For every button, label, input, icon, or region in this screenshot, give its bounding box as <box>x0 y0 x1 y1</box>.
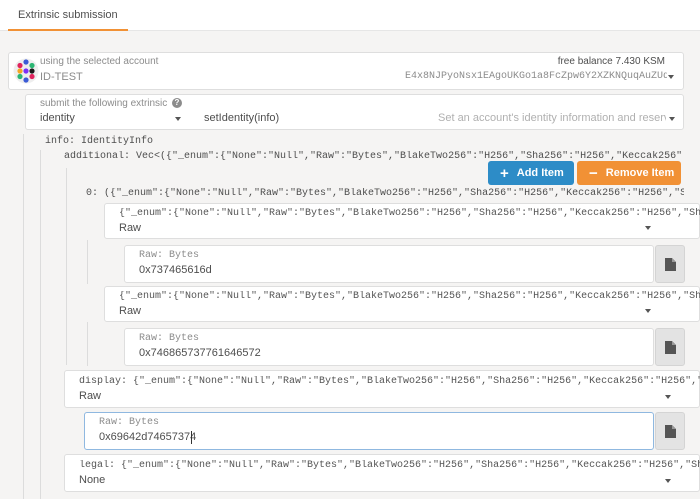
chevron-down-icon <box>175 117 181 121</box>
tab-bar: Extrinsic submission <box>0 0 700 31</box>
tab-extrinsic-submission[interactable]: Extrinsic submission <box>8 0 128 31</box>
tuple-field-1-dropdown[interactable]: {"_enum":{"None":"Null","Raw":"Bytes","B… <box>104 203 700 239</box>
raw-bytes-label: Raw: Bytes <box>139 250 200 261</box>
minus-icon: − <box>589 164 598 182</box>
tuple-field-2-bytes-input[interactable]: Raw: Bytes 0x746865737761646572 <box>124 328 654 366</box>
plus-icon: + <box>500 164 509 182</box>
chevron-down-icon <box>668 75 674 79</box>
module-value: identity <box>40 112 75 124</box>
file-upload-button[interactable] <box>655 328 685 366</box>
tuple-field-2-value: Raw <box>119 305 142 317</box>
tuple-field-1-label: {"_enum":{"None":"Null","Raw":"Bytes","B… <box>119 208 700 219</box>
nest-line <box>87 240 88 284</box>
tuple-param-label: 0: ({"_enum":{"None":"Null","Raw":"Bytes… <box>86 188 684 199</box>
file-upload-button[interactable] <box>655 412 685 450</box>
text-cursor <box>191 431 192 444</box>
tuple-field-1-value: Raw <box>119 222 142 234</box>
info-param-label: info: IdentityInfo <box>45 136 154 147</box>
chevron-down-icon <box>645 226 651 230</box>
add-item-button[interactable]: + Add Item <box>488 161 574 185</box>
tuple-field-2-dropdown[interactable]: {"_enum":{"None":"Null","Raw":"Bytes","B… <box>104 286 700 322</box>
tuple-field-2-bytes-value: 0x746865737761646572 <box>139 347 261 359</box>
account-balance: free balance 7.430 KSM <box>557 56 665 67</box>
tuple-field-1-bytes-value: 0x737465616d <box>139 264 212 276</box>
raw-bytes-label: Raw: Bytes <box>99 417 160 428</box>
account-name: ID-TEST <box>40 71 83 83</box>
file-icon <box>665 425 676 438</box>
file-icon <box>665 258 676 271</box>
file-upload-button[interactable] <box>655 245 685 283</box>
nest-line <box>23 134 24 499</box>
method-value: setIdentity(info) <box>204 112 280 124</box>
display-bytes-input[interactable]: Raw: Bytes 0x69642d74657374 <box>84 412 654 450</box>
display-dropdown[interactable]: display: {"_enum":{"None":"Null","Raw":"… <box>64 370 700 408</box>
nest-line <box>87 322 88 366</box>
legal-dropdown[interactable]: legal: {"_enum":{"None":"Null","Raw":"By… <box>64 454 700 492</box>
account-label: using the selected account <box>40 56 159 67</box>
legal-label: legal: {"_enum":{"None":"Null","Raw":"By… <box>79 460 700 471</box>
remove-item-label: Remove Item <box>605 167 675 179</box>
nest-line <box>66 168 67 365</box>
display-value: Raw <box>79 390 102 402</box>
tuple-field-1-bytes-input[interactable]: Raw: Bytes 0x737465616d <box>124 245 654 283</box>
raw-bytes-label: Raw: Bytes <box>139 333 200 344</box>
extrinsic-selector: submit the following extrinsic ? identit… <box>25 94 684 130</box>
chevron-down-icon <box>665 479 671 483</box>
legal-value: None <box>79 474 106 486</box>
extrinsic-label: submit the following extrinsic <box>40 98 168 109</box>
display-bytes-value: 0x69642d74657374 <box>99 431 197 443</box>
chevron-down-icon <box>669 117 675 121</box>
nest-line <box>40 150 41 499</box>
file-icon <box>665 341 676 354</box>
method-dropdown[interactable]: setIdentity(info) Set an account's ident… <box>196 109 682 129</box>
chevron-down-icon <box>665 395 671 399</box>
tuple-field-2-label: {"_enum":{"None":"Null","Raw":"Bytes","B… <box>119 291 700 302</box>
display-label: display: {"_enum":{"None":"Null","Raw":"… <box>79 376 700 387</box>
account-address: E4x8NJPyoNsx1EAgoUKGo1a8FcZpw6Y2XZKNQuqA… <box>405 71 667 82</box>
account-selector[interactable]: using the selected account ID-TEST free … <box>8 52 684 90</box>
chevron-down-icon <box>645 309 651 313</box>
help-icon[interactable]: ? <box>172 98 182 108</box>
add-item-label: Add Item <box>516 167 564 179</box>
account-identicon <box>13 58 39 84</box>
module-dropdown[interactable]: identity <box>26 109 186 129</box>
method-description: Set an account's identity information an… <box>438 112 666 124</box>
remove-item-button[interactable]: − Remove Item <box>577 161 681 185</box>
